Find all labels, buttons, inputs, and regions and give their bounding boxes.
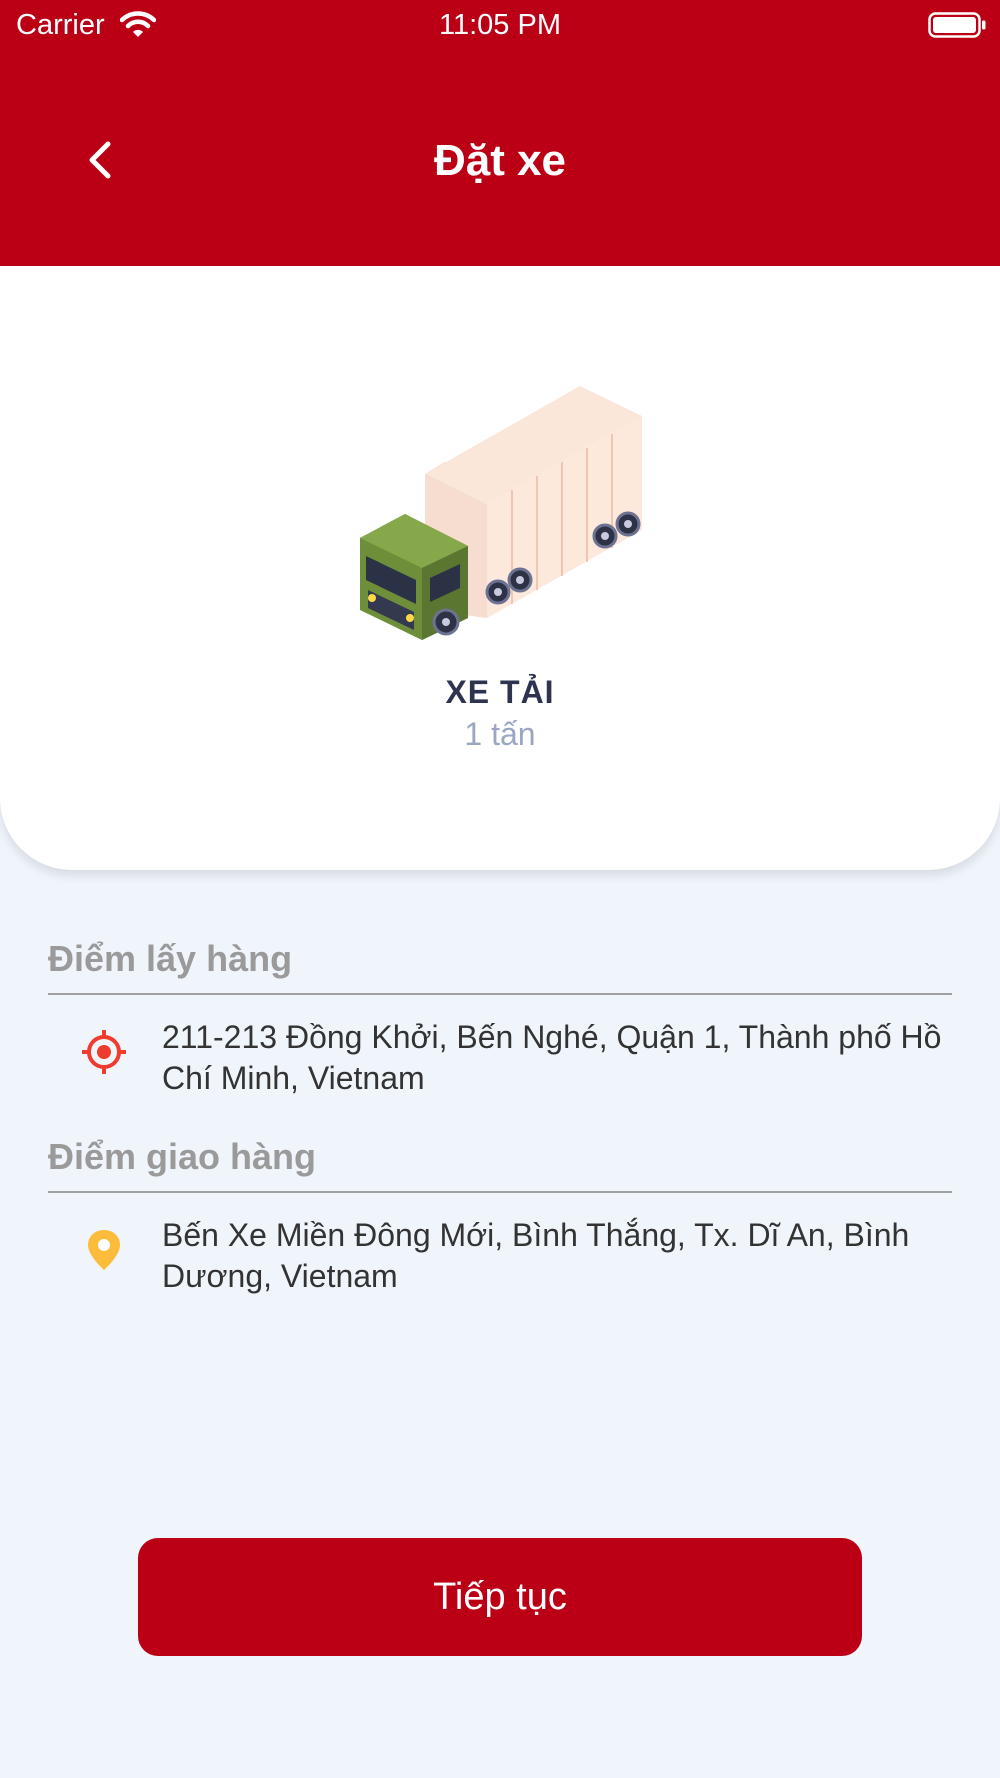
page-title: Đặt xe: [433, 136, 567, 185]
dropoff-label: Điểm giao hàng: [48, 1136, 317, 1177]
dropoff-address[interactable]: Bến Xe Miền Đông Mới, Bình Thắng, Tx. Dĩ…: [162, 1215, 952, 1297]
pickup-address[interactable]: 211-213 Đồng Khởi, Bến Nghé, Quận 1, Thà…: [162, 1017, 952, 1099]
continue-button[interactable]: Tiếp tục: [138, 1538, 862, 1656]
battery-icon: [928, 12, 986, 38]
pickup-label: Điểm lấy hàng: [48, 938, 293, 979]
vehicle-card: XE TẢI 1 tấn: [0, 266, 1000, 870]
vehicle-name: XE TẢI: [445, 674, 555, 710]
vehicle-capacity: 1 tấn: [464, 716, 536, 752]
dropoff-divider: [48, 1191, 952, 1193]
map-pin-icon: [82, 1228, 126, 1272]
status-bar: Carrier 11:05 PM: [0, 0, 1000, 52]
target-icon: [82, 1030, 126, 1074]
truck-illustration: [350, 378, 650, 646]
pickup-divider: [48, 993, 952, 995]
app-header: Carrier 11:05 PM Đặt xe: [0, 0, 1000, 266]
status-time: 11:05 PM: [439, 9, 561, 41]
